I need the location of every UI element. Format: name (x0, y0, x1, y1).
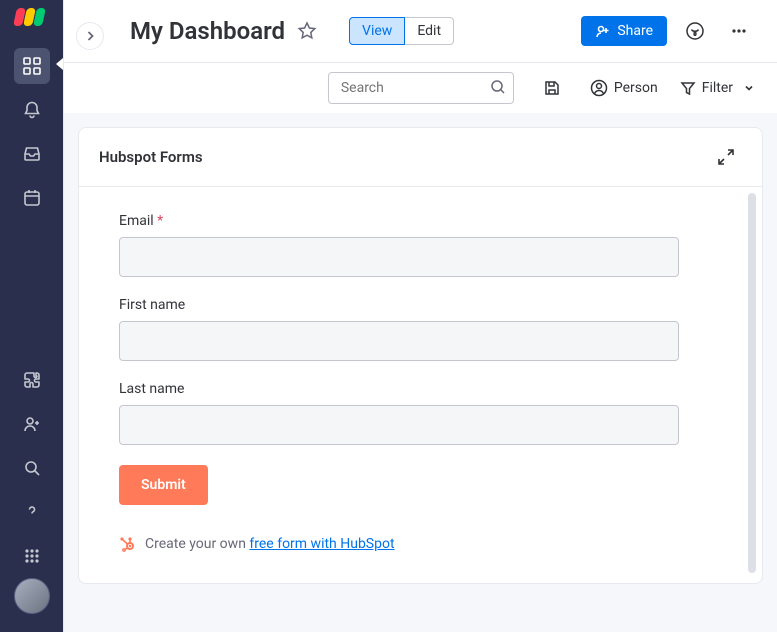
last-name-field[interactable] (119, 405, 679, 445)
search-input[interactable] (328, 72, 514, 104)
nav-invite[interactable] (14, 406, 50, 442)
search-wrap (328, 72, 514, 104)
widget-card: Hubspot Forms Email * First name Last na… (78, 127, 763, 584)
person-filter[interactable]: Person (590, 79, 658, 97)
email-label: Email * (119, 213, 679, 229)
nav-workspaces[interactable] (14, 48, 50, 84)
page-title: My Dashboard (130, 17, 285, 45)
hubspot-footer-text: Create your own free form with HubSpot (145, 536, 395, 552)
filter-button[interactable]: Filter (680, 80, 755, 96)
hubspot-link[interactable]: free form with HubSpot (249, 536, 394, 552)
search-icon (490, 79, 506, 95)
card-header: Hubspot Forms (79, 128, 762, 187)
hubspot-icon (119, 535, 137, 553)
content-area: Hubspot Forms Email * First name Last na… (63, 113, 777, 632)
tab-edit[interactable]: Edit (405, 17, 454, 45)
left-sidebar (0, 0, 63, 632)
user-avatar[interactable] (14, 578, 50, 614)
form-scrollbar[interactable] (748, 193, 756, 573)
expand-button[interactable] (710, 141, 742, 173)
share-label: Share (617, 23, 653, 39)
hubspot-footer: Create your own free form with HubSpot (119, 535, 722, 553)
toolbar: Person Filter (63, 63, 777, 113)
collapse-sidebar-button[interactable] (76, 22, 104, 50)
nav-notifications[interactable] (14, 92, 50, 128)
nav-inbox[interactable] (14, 136, 50, 172)
more-options-button[interactable] (723, 15, 755, 47)
favorite-button[interactable] (297, 21, 317, 41)
save-button[interactable] (536, 72, 568, 104)
page-header: My Dashboard View Edit Share (63, 0, 777, 63)
mode-tabs: View Edit (349, 17, 454, 45)
share-button[interactable]: Share (581, 16, 667, 46)
card-title: Hubspot Forms (99, 148, 203, 166)
page-area: My Dashboard View Edit Share (63, 0, 777, 632)
monday-logo (15, 8, 49, 30)
nav-integrations[interactable] (14, 362, 50, 398)
submit-button[interactable]: Submit (119, 465, 208, 505)
card-body: Email * First name Last name Submit Crea (79, 187, 762, 583)
nav-help[interactable] (14, 494, 50, 530)
first-name-label: First name (119, 297, 679, 313)
sidebar-active-indicator (56, 58, 63, 70)
last-name-label: Last name (119, 381, 679, 397)
chevron-down-icon (743, 82, 755, 94)
required-mark: * (157, 213, 163, 229)
person-label: Person (614, 80, 658, 96)
email-field[interactable] (119, 237, 679, 277)
nav-calendar[interactable] (14, 180, 50, 216)
filter-label: Filter (702, 80, 733, 96)
reactions-button[interactable] (679, 15, 711, 47)
nav-search[interactable] (14, 450, 50, 486)
tab-view[interactable]: View (349, 17, 405, 45)
nav-apps[interactable] (14, 538, 50, 574)
first-name-field[interactable] (119, 321, 679, 361)
